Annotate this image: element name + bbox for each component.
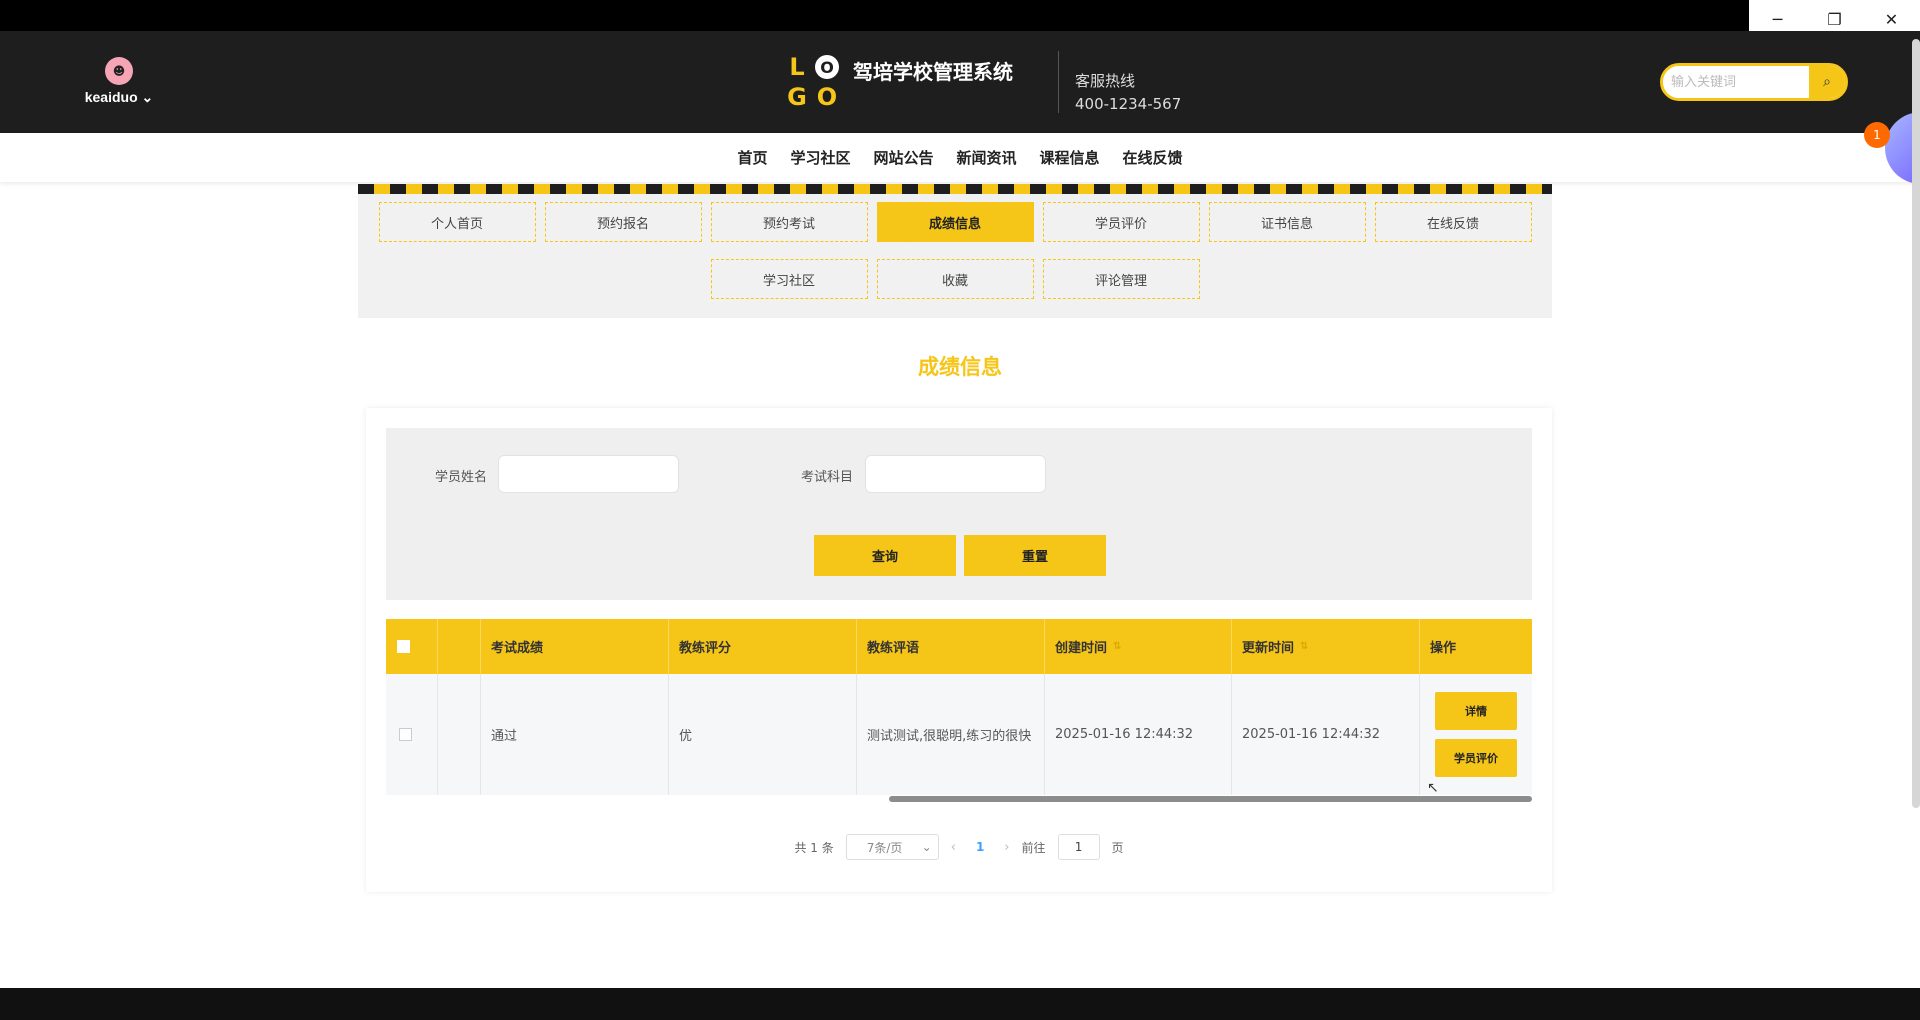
detail-button[interactable]: 详情 xyxy=(1435,692,1517,730)
page-size-select[interactable]: 7条/页 ⌄ xyxy=(845,834,939,860)
cell-score: 通过 xyxy=(481,674,669,795)
notification-badge: 1 xyxy=(1864,122,1890,148)
content-card: 学员姓名 考试科目 查询 重置 考试成绩 教练评分 教练评语 创建时间 ⇅ 更新… xyxy=(366,408,1552,892)
menu-enrollment[interactable]: 预约报名 xyxy=(544,202,702,242)
filter-panel: 学员姓名 考试科目 查询 重置 xyxy=(386,428,1532,600)
menu-community[interactable]: 学习社区 xyxy=(710,259,868,299)
query-button[interactable]: 查询 xyxy=(814,535,956,576)
menu-certificates[interactable]: 证书信息 xyxy=(1208,202,1366,242)
column-header-coach-rating: 教练评分 xyxy=(669,619,857,674)
chevron-down-icon: ⌄ xyxy=(921,840,932,854)
nav-item-courses[interactable]: 课程信息 xyxy=(1040,147,1100,168)
os-title-bar xyxy=(0,0,1920,31)
goto-page-input[interactable]: 1 xyxy=(1057,834,1100,860)
column-header-updated[interactable]: 更新时间 ⇅ xyxy=(1232,619,1420,674)
student-name-label: 学员姓名 xyxy=(435,470,488,485)
row-select-cell xyxy=(386,674,438,795)
select-all-checkbox[interactable] xyxy=(397,640,410,653)
cell-coach-rating: 优 xyxy=(669,674,857,795)
search-box: ⌕ xyxy=(1660,63,1848,101)
subject-label: 考试科目 xyxy=(801,470,854,485)
subject-input[interactable] xyxy=(865,455,1046,493)
menu-comments[interactable]: 评论管理 xyxy=(1042,259,1200,299)
pagination: 共 1 条 7条/页 ⌄ ‹ 1 › 前往 1 页 xyxy=(366,834,1552,860)
select-all-cell xyxy=(386,619,438,674)
column-header-actions: 操作 xyxy=(1430,641,1457,656)
column-header-score: 考试成绩 xyxy=(481,619,669,674)
prev-page-icon[interactable]: ‹ xyxy=(951,840,956,855)
scrollbar-thumb[interactable] xyxy=(889,796,1532,802)
logo-letter: O xyxy=(816,83,838,111)
table-header: 考试成绩 教练评分 教练评语 创建时间 ⇅ 更新时间 ⇅ 操作 xyxy=(386,619,1532,674)
menu-favorites[interactable]: 收藏 xyxy=(876,259,1034,299)
hotline-label: 客服热线 xyxy=(1075,72,1136,90)
nav-item-community[interactable]: 学习社区 xyxy=(790,147,850,168)
hotline: 客服热线 400-1234-567 xyxy=(1075,70,1181,116)
logo-letter: O xyxy=(815,55,839,79)
pager-total: 共 1 条 xyxy=(794,840,834,855)
sort-icon[interactable]: ⇅ xyxy=(1300,641,1308,652)
search-input[interactable] xyxy=(1663,66,1809,98)
cell-updated: 2025-01-16 12:44:32 xyxy=(1232,674,1420,795)
page-scrollbar[interactable] xyxy=(1912,39,1920,808)
site-logo: L O G O xyxy=(783,53,841,111)
column-header-created-label: 创建时间 xyxy=(1055,641,1108,656)
logo-letter: G xyxy=(787,83,807,111)
goto-label: 前往 xyxy=(1021,840,1046,855)
username-text: keaiduo xyxy=(84,89,138,105)
menu-personal-home[interactable]: 个人首页 xyxy=(378,202,536,242)
chevron-down-icon: ⌄ xyxy=(141,89,154,105)
cell-actions: 详情 学员评价 xyxy=(1420,674,1532,795)
user-center-menu: 个人首页 预约报名 预约考试 成绩信息 学员评价 证书信息 在线反馈 学习社区 … xyxy=(358,194,1552,318)
menu-student-review[interactable]: 学员评价 xyxy=(1042,202,1200,242)
menu-exam-booking[interactable]: 预约考试 xyxy=(710,202,868,242)
page-size-value: 7条/页 xyxy=(866,840,903,855)
site-title: 驾培学校管理系统 xyxy=(853,60,1013,84)
menu-feedback[interactable]: 在线反馈 xyxy=(1374,202,1532,242)
nav-item-home[interactable]: 首页 xyxy=(737,147,767,168)
next-page-icon[interactable]: › xyxy=(1004,840,1009,855)
header-divider xyxy=(1058,51,1059,113)
table-row: 通过 优 测试测试,很聪明,练习的很快 2025-01-16 12:44:32 … xyxy=(386,674,1532,795)
column-header-updated-label: 更新时间 xyxy=(1242,641,1295,656)
column-header-coach-comment: 教练评语 xyxy=(857,619,1045,674)
header-spacer xyxy=(438,619,481,674)
username[interactable]: keaiduo ⌄ xyxy=(80,89,158,106)
page-title: 成绩信息 xyxy=(918,355,1002,379)
cell-created: 2025-01-16 12:44:32 xyxy=(1045,674,1232,795)
goto-suffix: 页 xyxy=(1111,840,1124,855)
decorative-stripe xyxy=(358,184,1552,194)
site-header: ☻ keaiduo ⌄ L O G O 驾培学校管理系统 客服热线 400-12… xyxy=(0,31,1920,133)
page-number-current[interactable]: 1 xyxy=(976,840,984,854)
scores-table: 考试成绩 教练评分 教练评语 创建时间 ⇅ 更新时间 ⇅ 操作 通过 优 测试测… xyxy=(386,619,1532,795)
menu-row: 学习社区 收藏 评论管理 xyxy=(358,259,1552,299)
logo-letter: L xyxy=(789,53,805,81)
nav-item-news[interactable]: 新闻资讯 xyxy=(957,147,1017,168)
menu-row: 个人首页 预约报名 预约考试 成绩信息 学员评价 证书信息 在线反馈 xyxy=(358,202,1552,242)
menu-scores[interactable]: 成绩信息 xyxy=(876,202,1034,242)
sort-icon[interactable]: ⇅ xyxy=(1113,641,1121,652)
nav-item-feedback[interactable]: 在线反馈 xyxy=(1123,147,1183,168)
row-checkbox[interactable] xyxy=(399,728,412,741)
student-review-button[interactable]: 学员评价 xyxy=(1435,739,1517,777)
mouse-cursor-icon: ↖ xyxy=(1427,780,1439,796)
student-name-input[interactable] xyxy=(498,455,679,493)
reset-button[interactable]: 重置 xyxy=(964,535,1106,576)
search-button[interactable]: ⌕ xyxy=(1809,66,1845,98)
main-nav: 首页 学习社区 网站公告 新闻资讯 课程信息 在线反馈 xyxy=(0,133,1920,182)
table-horizontal-scrollbar[interactable] xyxy=(386,795,1532,803)
column-header-created[interactable]: 创建时间 ⇅ xyxy=(1045,619,1232,674)
cell-coach-comment: 测试测试,很聪明,练习的很快 xyxy=(857,674,1045,795)
avatar[interactable]: ☻ xyxy=(105,57,133,85)
os-bottom-bar xyxy=(0,988,1920,1020)
row-spacer xyxy=(438,674,481,795)
user-menu[interactable]: ☻ keaiduo ⌄ xyxy=(80,57,158,106)
hotline-number: 400-1234-567 xyxy=(1075,95,1182,113)
nav-item-announcements[interactable]: 网站公告 xyxy=(873,147,933,168)
search-icon: ⌕ xyxy=(1823,74,1831,90)
